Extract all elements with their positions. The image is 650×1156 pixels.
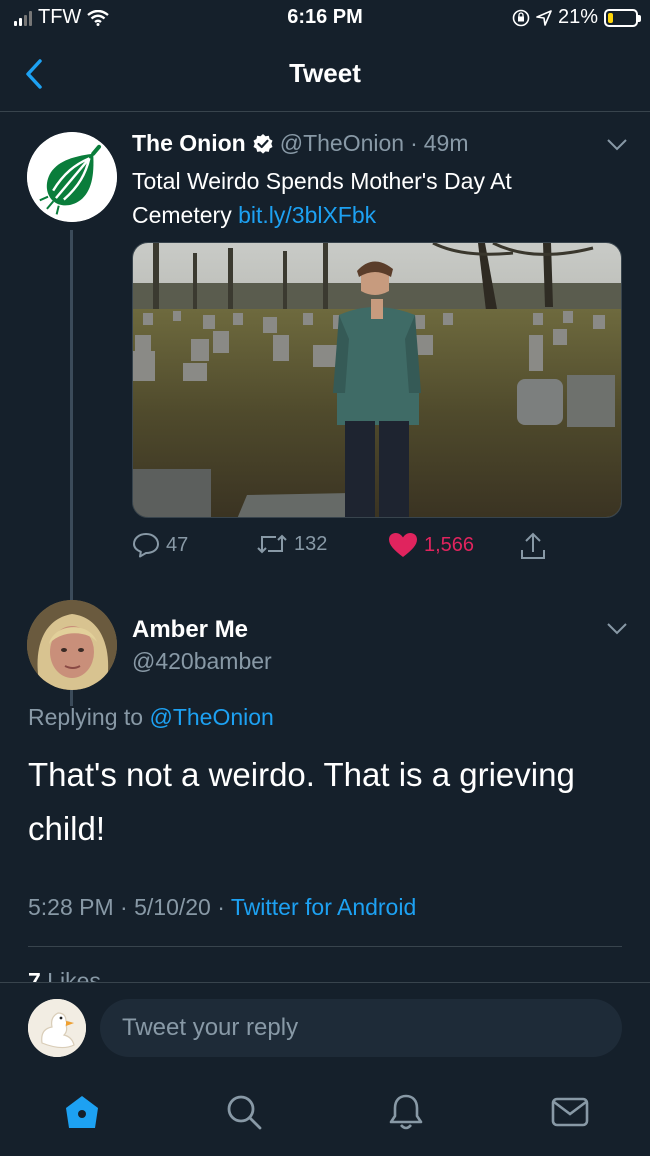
tweet-options-chevron-icon[interactable] — [606, 138, 628, 152]
mail-icon[interactable] — [550, 1092, 590, 1132]
tab-bar — [0, 1074, 650, 1156]
replying-prefix: Replying to — [28, 704, 150, 730]
avatar[interactable] — [27, 600, 117, 690]
duck-avatar-image — [28, 999, 86, 1057]
author-handle[interactable]: @420bamber — [132, 648, 272, 675]
onion-avatar[interactable] — [27, 132, 117, 222]
battery-fill — [608, 12, 613, 23]
status-bar: TFW 6:16 PM 21% — [0, 0, 650, 36]
search-icon[interactable] — [224, 1092, 264, 1132]
author-name[interactable]: Amber Me — [132, 616, 248, 644]
verified-badge-icon — [253, 133, 273, 154]
tweet-meta: 5:28 PM · 5/10/20 · Twitter for Android — [28, 894, 416, 921]
location-icon — [536, 9, 552, 26]
tweet-actions: 47 132 1,566 — [132, 532, 622, 562]
like-count: 1,566 — [424, 533, 475, 556]
reply-composer — [0, 982, 650, 1074]
tweet-age: 49m — [423, 130, 469, 156]
heart-filled-icon — [389, 533, 417, 557]
separator-dot: · — [210, 894, 231, 920]
separator-dot: · — [410, 130, 418, 156]
divider — [28, 946, 622, 947]
likes-label: Likes — [40, 968, 101, 982]
home-icon[interactable] — [62, 1092, 102, 1132]
battery-icon — [604, 8, 641, 27]
retweet-count: 132 — [294, 532, 328, 555]
onion-logo-icon — [27, 132, 117, 222]
nav-header: Tweet — [0, 36, 650, 112]
tweet-options-chevron-icon[interactable] — [606, 622, 628, 636]
page-title: Tweet — [289, 58, 361, 88]
bell-icon[interactable] — [386, 1092, 426, 1132]
parent-tweet-header: The Onion @TheOnion · 49m — [132, 130, 469, 157]
orientation-lock-icon — [512, 9, 530, 26]
reply-action[interactable]: 47 — [132, 532, 188, 558]
tweet-text: That's not a weirdo. That is a grieving … — [28, 756, 575, 847]
share-icon — [521, 532, 545, 559]
retweet-icon — [257, 534, 287, 554]
author-handle[interactable]: @TheOnion — [280, 130, 404, 157]
reply-input[interactable] — [100, 999, 622, 1057]
replying-to: Replying to @TheOnion — [28, 704, 274, 731]
parent-tweet-text: Total Weirdo Spends Mother's Day At Ceme… — [132, 164, 602, 232]
tweet-source-link[interactable]: Twitter for Android — [231, 894, 416, 920]
retweet-action[interactable]: 132 — [256, 532, 327, 556]
separator-dot: · — [113, 894, 135, 920]
tweet-date: 5/10/20 — [134, 894, 211, 920]
user-photo — [27, 600, 117, 690]
replying-handle-link[interactable]: @TheOnion — [149, 704, 273, 730]
tweet-link[interactable]: bit.ly/3blXFbk — [238, 202, 376, 228]
battery-percent: 21% — [557, 6, 598, 28]
like-action[interactable]: 1,566 — [388, 532, 474, 558]
tweet-time: 5:28 PM — [28, 894, 114, 920]
likes-number: 7 — [28, 968, 41, 982]
reply-count: 47 — [166, 533, 189, 556]
cemetery-photo — [133, 243, 621, 517]
author-name[interactable]: The Onion — [132, 130, 246, 157]
avatar[interactable] — [28, 999, 86, 1057]
share-action[interactable] — [520, 532, 546, 560]
tweet-photo[interactable] — [132, 242, 622, 518]
likes-count[interactable]: 7 Likes — [28, 968, 101, 982]
status-right: 21% — [512, 6, 641, 29]
reply-icon — [133, 533, 159, 558]
